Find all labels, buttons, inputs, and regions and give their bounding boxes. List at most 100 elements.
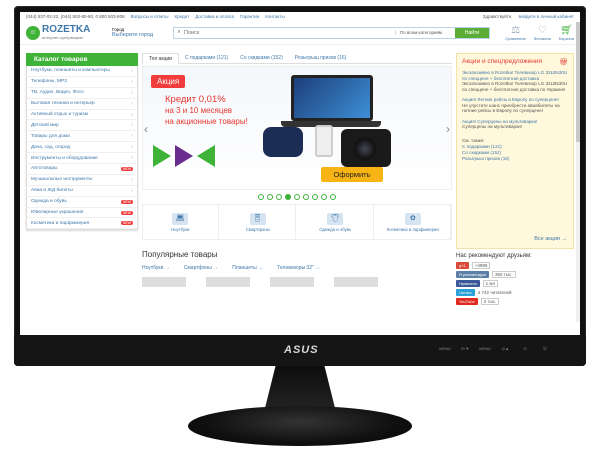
top-link-warranty[interactable]: Гарантия <box>240 14 259 19</box>
catalog-item[interactable]: Детский мир › <box>27 120 137 132</box>
gplus-count: +4998 <box>471 262 491 269</box>
monitor-control-button[interactable]: MENU <box>438 346 452 351</box>
logo-name: ROZETKA <box>42 24 91 35</box>
chevron-left-icon[interactable]: ‹ <box>144 122 148 136</box>
promo-item-link[interactable]: Акция! Летние рейсы в Европу по суперцен… <box>462 97 568 103</box>
youtube-count: 2 тыс. <box>480 298 500 305</box>
catalog-item[interactable]: Одежда и обувь NEW <box>27 197 137 208</box>
catalog-item-label: Ювелирные украшения <box>31 210 84 216</box>
quick-link-label: Одежда и обувь <box>319 226 352 232</box>
popular-cat-laptops[interactable]: Ноутбуки → <box>142 265 170 271</box>
catalog-item[interactable]: Музыкальные инструменты › <box>27 175 137 186</box>
binoculars-image <box>263 127 303 157</box>
banner-order-button[interactable]: Оформить <box>321 167 383 182</box>
youtube-button[interactable]: YouTube <box>456 298 478 305</box>
header-icons: ⚖ Сравнение ♡ Желания 🛒︎ Корзина <box>496 25 574 41</box>
product-thumbnail[interactable] <box>206 277 250 287</box>
new-badge: NEW <box>120 210 133 215</box>
gplus-button[interactable]: g+1 <box>456 262 469 269</box>
search-icon: ⌕ <box>177 29 181 35</box>
slider-dot[interactable] <box>267 194 273 200</box>
quick-link-cosmetics[interactable]: ✿ Косметика и парфюмерия <box>376 205 451 239</box>
catalog-item-label: Музыкальные инструменты <box>31 177 93 183</box>
search-category-select[interactable]: По всем категориям <box>395 30 455 35</box>
slider-dot[interactable] <box>321 194 327 200</box>
catalog-list: Ноутбуки, планшеты и компьютеры › Телефоны… <box>26 66 138 231</box>
product-thumbnail[interactable] <box>270 277 314 287</box>
promo-title: Акции и спецпредложения <box>462 58 543 65</box>
quick-link-laptops[interactable]: 💻︎ Ноутбуки <box>143 205 219 239</box>
search-button[interactable]: Найти <box>455 27 489 38</box>
chevron-right-icon: › <box>131 187 133 194</box>
slider-dot[interactable] <box>276 194 282 200</box>
city-picker[interactable]: Город Выберите город <box>112 27 167 38</box>
catalog-button[interactable]: Каталог товаров <box>26 53 138 66</box>
catalog-item[interactable]: Телефоны, MP3 › <box>27 77 137 88</box>
recommend-title: Нас рекомендуют друзьям: <box>456 253 532 259</box>
popular-thumbnails <box>142 277 452 287</box>
quick-link-smartphones[interactable]: 📱︎ Смартфоны <box>221 205 296 239</box>
slider-dot[interactable] <box>258 194 264 200</box>
promo-banner[interactable]: Акция Кредит 0,01% на 3 и 10 месяцев на … <box>142 66 452 190</box>
slider-dot[interactable] <box>303 194 309 200</box>
monitor-control-button[interactable]: ⊙ <box>518 346 532 351</box>
popular-cat-smartphones[interactable]: Смартфоны → <box>184 265 218 271</box>
monitor-neck <box>265 366 335 408</box>
catalog-item[interactable]: Ювелирные украшения NEW <box>27 208 137 219</box>
top-link-credit[interactable]: Кредит <box>174 14 189 19</box>
slider-dot[interactable] <box>285 194 291 200</box>
popular-cat-tablets[interactable]: Планшеты → <box>232 265 263 271</box>
chevron-right-icon: › <box>131 144 133 151</box>
product-thumbnail[interactable] <box>142 277 186 287</box>
catalog-item[interactable]: Инструменты и оборудование › <box>27 153 137 165</box>
promo-item-link[interactable]: Эксклюзивно в Rozetka! Телевизор LG 32LB… <box>462 70 568 81</box>
catalog-item[interactable]: ТВ, Аудио, Видео, Фото › <box>27 88 137 99</box>
slider-dot[interactable] <box>312 194 318 200</box>
tab-gifts[interactable]: С подарками (121) <box>179 53 234 63</box>
kredit-logo <box>153 145 215 167</box>
cart-icon: 🛒︎ <box>560 24 573 36</box>
top-link-faq[interactable]: Вопросы и ответы <box>131 14 169 19</box>
tab-discounts[interactable]: Со скидками (152) <box>234 53 289 63</box>
monitor-control-button[interactable]: ⊙/▼ <box>458 346 472 351</box>
popular-cat-tvs[interactable]: Телевизоры 32" → <box>277 265 320 271</box>
all-promos-link[interactable]: Все акции → <box>534 236 567 242</box>
top-link-contacts[interactable]: Контакты <box>265 14 284 19</box>
banner-title: Кредит 0,01% <box>165 94 226 105</box>
search-input[interactable] <box>184 29 395 36</box>
slider-dot[interactable] <box>330 194 336 200</box>
catalog-item[interactable]: Косметика и парфюмерия NEW <box>27 218 137 230</box>
catalog-item[interactable]: Ноутбуки, планшеты и компьютеры › <box>27 66 137 77</box>
monitor-control-button[interactable]: ◁/▲ <box>498 346 512 351</box>
tab-prizes[interactable]: Розыгрыш призов (16) <box>289 53 353 63</box>
catalog-item[interactable]: Товары для дома › <box>27 131 137 143</box>
catalog-item[interactable]: Автотовары NEW <box>27 164 137 175</box>
vk-button[interactable]: Я рекомендую <box>456 271 489 278</box>
twitter-follow-button[interactable]: Читать <box>456 289 475 296</box>
login-link[interactable]: войдите в личный кабинет <box>519 14 574 19</box>
scrollbar[interactable] <box>576 22 580 322</box>
monitor-control-button[interactable]: MENU <box>478 346 492 351</box>
tab-top[interactable]: Топ акции <box>142 53 179 64</box>
promo-link-prizes[interactable]: Розыгрыш призов (16) <box>462 156 568 162</box>
catalog-item[interactable]: Бытовая техника и интерьер › <box>27 99 137 110</box>
slider-dot[interactable] <box>294 194 300 200</box>
logo[interactable]: ☺ ROZETKA интернет-супермаркет <box>26 25 106 40</box>
city-select[interactable]: Выберите город <box>112 32 167 38</box>
catalog-item-label: Дача, сад, огород <box>31 144 71 150</box>
monitor-control-button[interactable]: ⏻ <box>538 346 552 351</box>
catalog-item[interactable]: Активный отдых и туризм › <box>27 110 137 121</box>
chevron-right-icon: › <box>131 122 133 129</box>
top-link-delivery[interactable]: Доставка и оплата <box>195 14 234 19</box>
product-thumbnail[interactable] <box>334 277 378 287</box>
catalog-item[interactable]: Авиа и ЖД билеты › <box>27 186 137 197</box>
compare-button[interactable]: ⚖ Сравнение <box>505 25 526 41</box>
quick-link-clothing[interactable]: 👕︎ Одежда и обувь <box>298 205 374 239</box>
cart-button[interactable]: 🛒︎ Корзина <box>559 25 574 41</box>
wishlist-button[interactable]: ♡ Желания <box>534 25 551 41</box>
chevron-right-icon[interactable]: › <box>446 122 450 136</box>
catalog-item[interactable]: Дача, сад, огород › <box>27 142 137 154</box>
cart-label: Корзина <box>558 35 574 41</box>
fb-like-button[interactable]: Нравится <box>456 280 480 287</box>
gift-icon: 🎁︎ <box>559 59 568 66</box>
